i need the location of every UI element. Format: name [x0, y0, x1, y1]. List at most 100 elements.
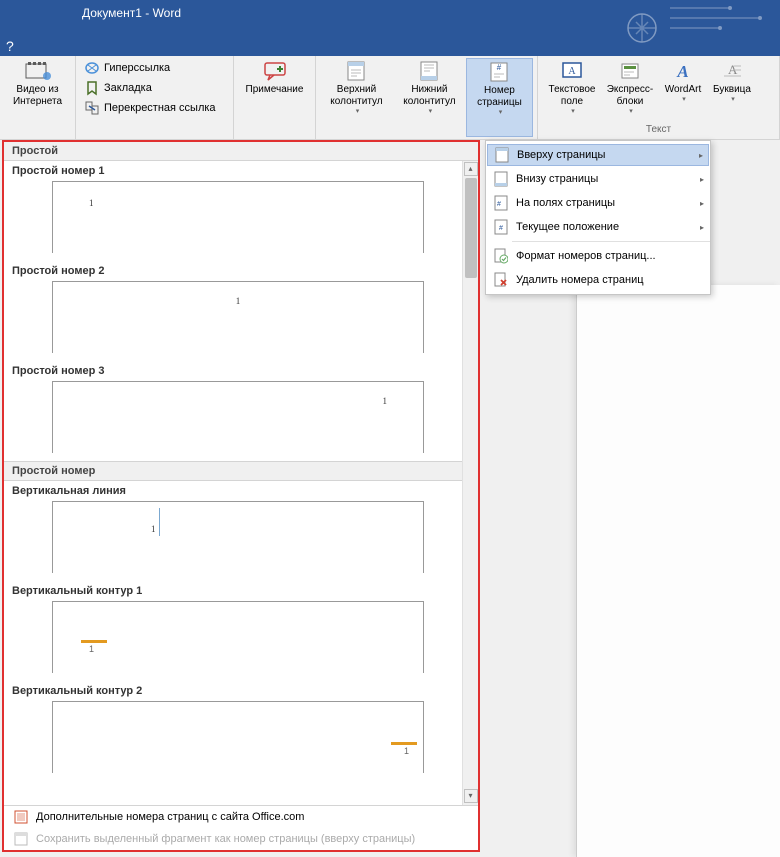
footer-icon — [415, 60, 443, 82]
comment-button[interactable]: Примечание — [238, 58, 311, 98]
chevron-down-icon: ▾ — [429, 108, 433, 116]
scroll-down-icon[interactable]: ▾ — [464, 789, 478, 803]
svg-text:A: A — [676, 62, 688, 81]
pagenum-menu: Вверху страницы ▸ Внизу страницы ▸ # На … — [485, 140, 711, 295]
window-title: Документ1 - Word — [82, 6, 181, 20]
wordart-icon: A — [669, 60, 697, 82]
chevron-down-icon: ▾ — [731, 96, 735, 104]
svg-text:#: # — [497, 63, 502, 72]
page-margins-icon: # — [492, 195, 510, 211]
header-button[interactable]: Верхний колонтитул▾ — [320, 58, 393, 137]
bookmark-label: Закладка — [104, 82, 152, 94]
bookmark-button[interactable]: Закладка — [80, 78, 229, 98]
header-icon — [342, 60, 370, 82]
gallery-item-simple-1[interactable]: Простой номер 1 1 — [4, 161, 462, 261]
page-current-icon: # — [492, 219, 510, 235]
scroll-thumb[interactable] — [465, 178, 477, 278]
page-preview: 1 — [52, 181, 424, 253]
chevron-right-icon: ▸ — [700, 199, 704, 208]
page-top-icon — [493, 147, 511, 163]
page-preview: 1 — [52, 701, 424, 773]
field-marker: 1 — [391, 742, 417, 756]
chevron-right-icon: ▸ — [699, 151, 703, 160]
quickparts-icon — [616, 60, 644, 82]
menu-page-margins[interactable]: # На полях страницы ▸ — [486, 191, 710, 215]
gallery-item-simple-3[interactable]: Простой номер 3 1 — [4, 361, 462, 461]
remove-pagenum-icon — [492, 272, 510, 288]
online-video-button[interactable]: Видео из Интернета — [4, 58, 71, 110]
save-icon — [12, 831, 30, 847]
pagenum-button[interactable]: # Номер страницы▾ — [466, 58, 533, 137]
menu-current-position[interactable]: # Текущее положение ▸ — [486, 215, 710, 239]
chevron-right-icon: ▸ — [700, 175, 704, 184]
crossref-icon — [84, 100, 100, 116]
page-preview: 1 — [52, 381, 424, 453]
chevron-right-icon: ▸ — [700, 223, 704, 232]
quickparts-button[interactable]: Экспресс- блоки▾ — [602, 58, 658, 118]
comment-label: Примечание — [246, 84, 304, 96]
titlebar: Документ1 - Word ? — [0, 0, 780, 56]
pagenum-gallery: Простой ▴ ▾ Простой номер 1 1 Простой но… — [2, 140, 480, 852]
pagenum-icon: # — [485, 61, 513, 83]
chevron-down-icon: ▾ — [499, 109, 503, 117]
hyperlink-label: Гиперссылка — [104, 62, 170, 74]
document-page — [576, 285, 780, 857]
chevron-down-icon: ▾ — [629, 108, 633, 116]
gallery-item-vcontour-1[interactable]: Вертикальный контур 1 1 — [4, 581, 462, 681]
page-preview: 1 — [52, 281, 424, 353]
office-icon — [12, 809, 30, 825]
crossref-label: Перекрестная ссылка — [104, 102, 216, 114]
comment-icon — [261, 60, 289, 82]
help-icon[interactable]: ? — [6, 38, 14, 54]
vertical-line — [159, 508, 160, 536]
menu-separator — [512, 241, 710, 242]
menu-top-of-page[interactable]: Вверху страницы ▸ — [487, 144, 709, 166]
menu-remove-pagenum[interactable]: Удалить номера страниц — [486, 268, 710, 292]
more-from-office-button[interactable]: Дополнительные номера страниц с сайта Of… — [4, 806, 478, 828]
text-group-label: Текст — [542, 124, 775, 137]
chevron-down-icon: ▾ — [571, 108, 575, 116]
footer-button[interactable]: Нижний колонтитул▾ — [393, 58, 466, 137]
gallery-item-vline[interactable]: Вертикальная линия 1 — [4, 481, 462, 581]
hyperlink-icon — [84, 60, 100, 76]
gallery-footer: Дополнительные номера страниц с сайта Of… — [4, 805, 478, 850]
textbox-label: Текстовое поле — [549, 84, 596, 108]
textbox-button[interactable]: A Текстовое поле▾ — [542, 58, 602, 118]
chevron-down-icon: ▾ — [356, 108, 360, 116]
gallery-item-vcontour-2[interactable]: Вертикальный контур 2 1 — [4, 681, 462, 781]
menu-bottom-of-page[interactable]: Внизу страницы ▸ — [486, 167, 710, 191]
menu-format-pagenum[interactable]: Формат номеров страниц... — [486, 244, 710, 268]
dropcap-icon: A — [718, 60, 746, 82]
page-preview: 1 — [52, 601, 424, 673]
dropcap-button[interactable]: A Буквица▾ — [708, 58, 756, 118]
video-icon — [24, 60, 52, 82]
gallery-scrollbar[interactable]: ▴ ▾ — [462, 161, 478, 805]
svg-text:#: # — [497, 201, 501, 208]
wordart-label: WordArt — [665, 84, 702, 96]
save-selection-button: Сохранить выделенный фрагмент как номер … — [4, 828, 478, 850]
svg-text:A: A — [568, 66, 576, 77]
dropcap-label: Буквица — [713, 84, 751, 96]
format-pagenum-icon — [492, 248, 510, 264]
textbox-icon: A — [558, 60, 586, 82]
svg-text:#: # — [499, 225, 503, 232]
header-label: Верхний колонтитул — [330, 84, 382, 108]
wordart-button[interactable]: A WordArt▾ — [658, 58, 708, 118]
quickparts-label: Экспресс- блоки — [607, 84, 654, 108]
hyperlink-button[interactable]: Гиперссылка — [80, 58, 229, 78]
gallery-group-plainnum: Простой номер — [4, 461, 462, 481]
pagenum-label: Номер страницы — [477, 85, 522, 109]
field-marker: 1 — [81, 640, 107, 654]
online-video-label: Видео из Интернета — [13, 84, 62, 108]
ribbon: Видео из Интернета Гиперссылка Закладка … — [0, 56, 780, 140]
footer-label: Нижний колонтитул — [403, 84, 455, 108]
page-bottom-icon — [492, 171, 510, 187]
gallery-group-simple: Простой — [4, 142, 478, 161]
gallery-item-simple-2[interactable]: Простой номер 2 1 — [4, 261, 462, 361]
crossref-button[interactable]: Перекрестная ссылка — [80, 98, 229, 118]
decoration — [600, 0, 780, 56]
bookmark-icon — [84, 80, 100, 96]
scroll-up-icon[interactable]: ▴ — [464, 162, 478, 176]
page-preview: 1 — [52, 501, 424, 573]
chevron-down-icon: ▾ — [682, 96, 686, 104]
